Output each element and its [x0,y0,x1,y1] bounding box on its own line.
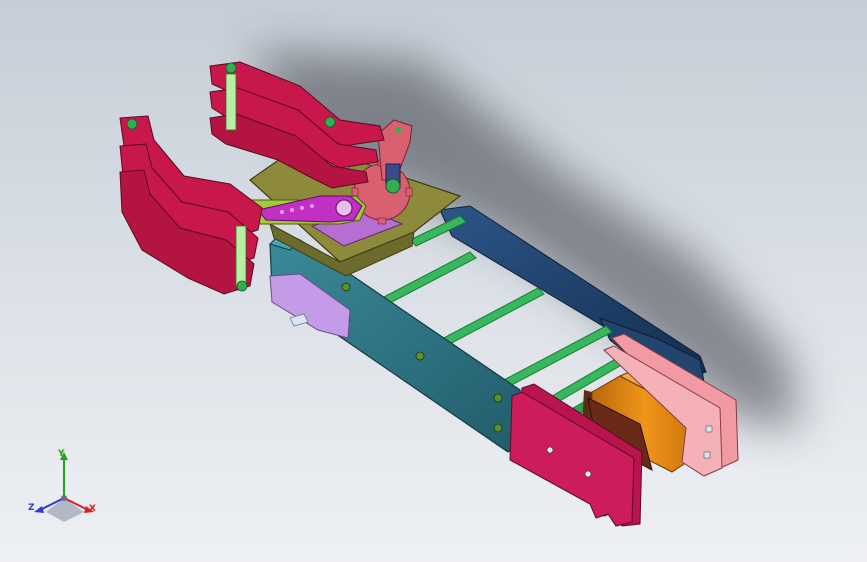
teal-side-frame[interactable] [269,231,525,453]
y-axis-label: Y [58,449,65,459]
coordinate-triad-icon: Y Z X [18,446,108,526]
gripper-assembly-model[interactable] [0,0,867,562]
cad-viewport[interactable]: Y Z X [0,0,867,562]
z-axis-label: Z [28,503,35,513]
x-axis-label: X [89,504,96,514]
